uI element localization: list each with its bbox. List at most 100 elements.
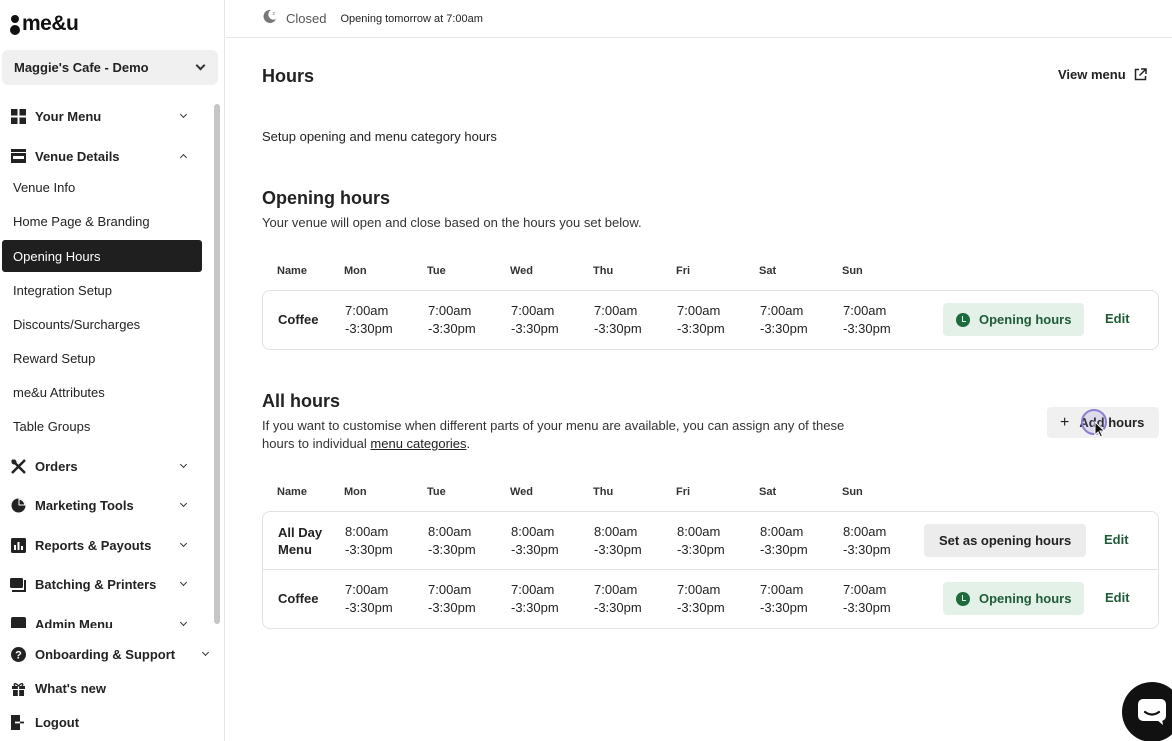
hours-cell: 8:00am -3:30pm — [345, 524, 393, 557]
table-row: All Day Menu 8:00am -3:30pm 8:00am -3:30pm … — [263, 512, 1158, 570]
sidebar: me&u Maggie's Cafe - Demo Your Menu Venu… — [0, 0, 225, 741]
sidebar-subitem-reward-setup[interactable]: Reward Setup — [2, 342, 202, 374]
all-hours-description: If you want to customise when different … — [262, 418, 845, 451]
sidebar-subitem-venue-info[interactable]: Venue Info — [2, 171, 202, 203]
edit-button[interactable]: Edit — [1104, 532, 1129, 547]
chat-launcher-button[interactable] — [1122, 682, 1172, 741]
hours-cell: 7:00am -3:30pm — [843, 582, 891, 615]
external-link-icon — [1134, 68, 1147, 81]
opening-hours-badge: Opening hours — [943, 582, 1085, 615]
sidebar-item-marketing-tools[interactable]: Marketing Tools — [0, 489, 202, 521]
hours-cell: 8:00am -3:30pm — [428, 524, 476, 557]
page-subtitle: Setup opening and menu category hours — [262, 129, 497, 144]
view-menu-link[interactable]: View menu — [1058, 67, 1147, 82]
app-logo[interactable]: me&u — [9, 12, 79, 36]
column-header: Sun — [842, 486, 863, 498]
row-name: Coffee — [278, 312, 319, 327]
clock-icon — [956, 312, 970, 327]
edit-button[interactable]: Edit — [1105, 311, 1130, 326]
column-header: Tue — [427, 265, 446, 277]
sidebar-item-whats-new[interactable]: What's new — [0, 672, 218, 704]
hours-cell: 7:00am -3:30pm — [677, 582, 725, 615]
chevron-down-icon — [179, 110, 188, 118]
hours-cell: 7:00am -3:30pm — [511, 582, 559, 615]
hours-cell: 7:00am -3:30pm — [843, 303, 891, 336]
chevron-up-icon — [179, 153, 188, 162]
svg-text:?: ? — [15, 649, 22, 661]
sidebar-subitem-table-groups[interactable]: Table Groups — [2, 410, 202, 442]
table-row: Coffee 7:00am -3:30pm 7:00am -3:30pm 7:00a… — [263, 570, 1158, 628]
page-title: Hours — [262, 66, 315, 86]
sidebar-scrollbar[interactable] — [212, 100, 222, 628]
edit-button[interactable]: Edit — [1105, 590, 1130, 605]
table-row: Coffee 7:00am -3:30pm 7:00am -3:30pm 7:00a… — [263, 291, 1158, 349]
sidebar-item-your-menu[interactable]: Your Menu — [0, 100, 202, 132]
hours-cell: 8:00am -3:30pm — [760, 524, 808, 557]
admin-icon — [10, 616, 26, 628]
column-header: Fri — [676, 486, 691, 498]
hours-cell: 8:00am -3:30pm — [594, 524, 642, 557]
menu-categories-link[interactable]: menu categories — [370, 436, 466, 451]
venue-name: Maggie's Cafe - Demo — [14, 60, 149, 75]
sidebar-item-label: Admin Menu — [35, 616, 113, 629]
column-header: Wed — [510, 486, 534, 498]
column-header: Sat — [759, 265, 777, 277]
opening-hours-badge: Opening hours — [943, 303, 1085, 336]
opening-hours-table: Coffee 7:00am -3:30pm 7:00am -3:30pm 7:00a… — [262, 290, 1159, 350]
row-name: Coffee — [278, 591, 319, 606]
column-header: Sat — [759, 486, 777, 498]
column-header: Wed — [510, 265, 534, 277]
chevron-down-icon — [179, 578, 188, 586]
sidebar-item-label: Batching & Printers — [35, 576, 157, 592]
svg-text:z: z — [273, 11, 276, 17]
logout-icon — [10, 714, 26, 730]
column-header: Fri — [676, 265, 691, 277]
pie-chart-icon — [10, 497, 26, 513]
sidebar-item-label: Orders — [35, 458, 78, 474]
column-header: Mon — [344, 486, 367, 498]
sidebar-subitem-meu-attributes[interactable]: me&u Attributes — [2, 376, 202, 408]
hours-cell: 7:00am -3:30pm — [428, 303, 476, 336]
all-hours-title: All hours — [262, 391, 341, 411]
help-icon: ? — [10, 646, 26, 662]
next-opening-text: Opening tomorrow at 7:00am — [340, 12, 483, 25]
sidebar-item-orders[interactable]: Orders — [0, 450, 202, 482]
sidebar-item-reports-payouts[interactable]: Reports & Payouts — [0, 529, 202, 561]
column-header: Name — [277, 486, 307, 498]
sidebar-item-admin-menu[interactable]: Admin Menu — [0, 608, 202, 628]
printer-icon — [10, 576, 26, 592]
column-header: Name — [277, 265, 307, 277]
sidebar-item-logout[interactable]: Logout — [0, 706, 218, 738]
column-header: Thu — [593, 486, 614, 498]
status-bar: z Closed Opening tomorrow at 7:00am — [226, 0, 1172, 38]
venue-selector[interactable]: Maggie's Cafe - Demo — [2, 50, 218, 85]
hours-cell: 7:00am -3:30pm — [760, 303, 808, 336]
chevron-down-icon — [195, 60, 206, 71]
opening-hours-title: Opening hours — [262, 188, 390, 208]
sidebar-item-label: Marketing Tools — [35, 497, 134, 513]
utensils-icon — [10, 458, 26, 474]
column-header: Sun — [842, 265, 863, 277]
all-hours-table: All Day Menu 8:00am -3:30pm 8:00am -3:30pm … — [262, 511, 1159, 629]
sidebar-subitem-integration-setup[interactable]: Integration Setup — [2, 274, 202, 306]
sidebar-item-onboarding-support[interactable]: ? Onboarding & Support — [0, 638, 218, 670]
sidebar-item-batching-printers[interactable]: Batching & Printers — [0, 568, 202, 600]
sleep-icon: z — [262, 9, 277, 29]
hours-cell: 7:00am -3:30pm — [594, 303, 642, 336]
hours-cell: 8:00am -3:30pm — [843, 524, 891, 557]
gift-icon — [10, 680, 26, 696]
sidebar-item-label: Venue Details — [35, 148, 120, 164]
plus-icon: + — [1060, 413, 1070, 431]
chevron-down-icon — [179, 618, 188, 626]
hours-cell: 7:00am -3:30pm — [345, 303, 393, 336]
sidebar-subitem-home-page-branding[interactable]: Home Page & Branding — [2, 205, 202, 237]
sidebar-subitem-discounts-surcharges[interactable]: Discounts/Surcharges — [2, 308, 202, 340]
sidebar-subitem-opening-hours[interactable]: Opening Hours — [2, 240, 202, 272]
sidebar-item-venue-details[interactable]: Venue Details — [0, 140, 202, 172]
scrollbar-thumb[interactable] — [214, 104, 220, 624]
sidebar-item-label: Your Menu — [35, 108, 102, 124]
sidebar-nav: Your Menu Venue Details Venue Info Home … — [0, 100, 212, 628]
set-as-opening-hours-button[interactable]: Set as opening hours — [924, 524, 1087, 557]
chevron-down-icon — [201, 648, 210, 656]
column-header: Tue — [427, 486, 446, 498]
